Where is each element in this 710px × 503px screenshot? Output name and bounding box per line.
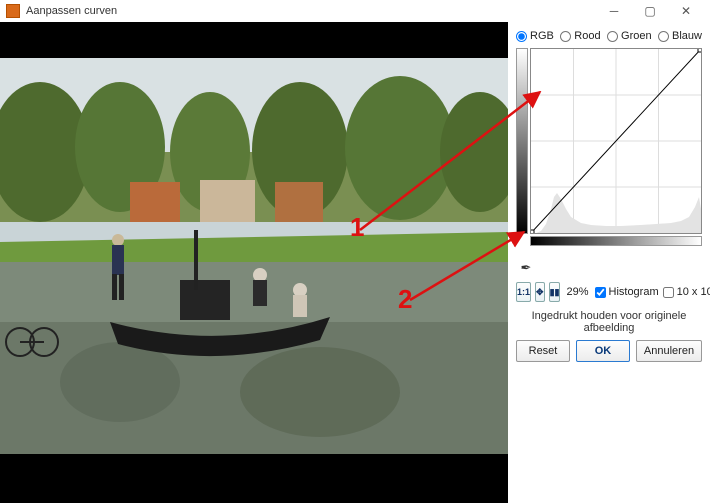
minimize-button[interactable]: ─ — [596, 1, 632, 21]
image-preview[interactable] — [0, 22, 508, 503]
curves-editor[interactable] — [516, 48, 702, 248]
channel-rgb[interactable]: RGB — [516, 30, 554, 42]
titlebar: Aanpassen curven ─ ▢ ✕ — [0, 0, 710, 22]
close-button[interactable]: ✕ — [668, 1, 704, 21]
channel-blauw[interactable]: Blauw — [658, 30, 702, 42]
cancel-button[interactable]: Annuleren — [636, 340, 702, 362]
zoom-compare-button[interactable]: ▮▮ — [549, 282, 561, 302]
ok-button[interactable]: OK — [576, 340, 630, 362]
curve-grid[interactable] — [530, 48, 702, 234]
curves-panel: RGB Rood Groen Blauw — [508, 22, 710, 503]
output-gradient — [516, 48, 528, 234]
zoom-value: 29% — [564, 286, 590, 298]
reset-button[interactable]: Reset — [516, 340, 570, 362]
channel-groen[interactable]: Groen — [607, 30, 652, 42]
window-title: Aanpassen curven — [26, 5, 117, 17]
histogram-checkbox[interactable]: Histogram — [595, 286, 659, 298]
maximize-button[interactable]: ▢ — [632, 1, 668, 21]
preview-hint: Ingedrukt houden voor originele afbeeldi… — [516, 306, 702, 340]
zoom-actual-button[interactable]: 1:1 — [516, 282, 531, 302]
zoom-fit-button[interactable]: ✥ — [535, 282, 545, 302]
input-gradient — [530, 236, 702, 246]
channel-radios: RGB Rood Groen Blauw — [516, 28, 702, 48]
grid10-checkbox[interactable]: 10 x 10 — [663, 286, 710, 298]
eyedropper-tool[interactable]: ✒ — [516, 258, 536, 278]
app-icon — [6, 4, 20, 18]
channel-rood[interactable]: Rood — [560, 30, 600, 42]
